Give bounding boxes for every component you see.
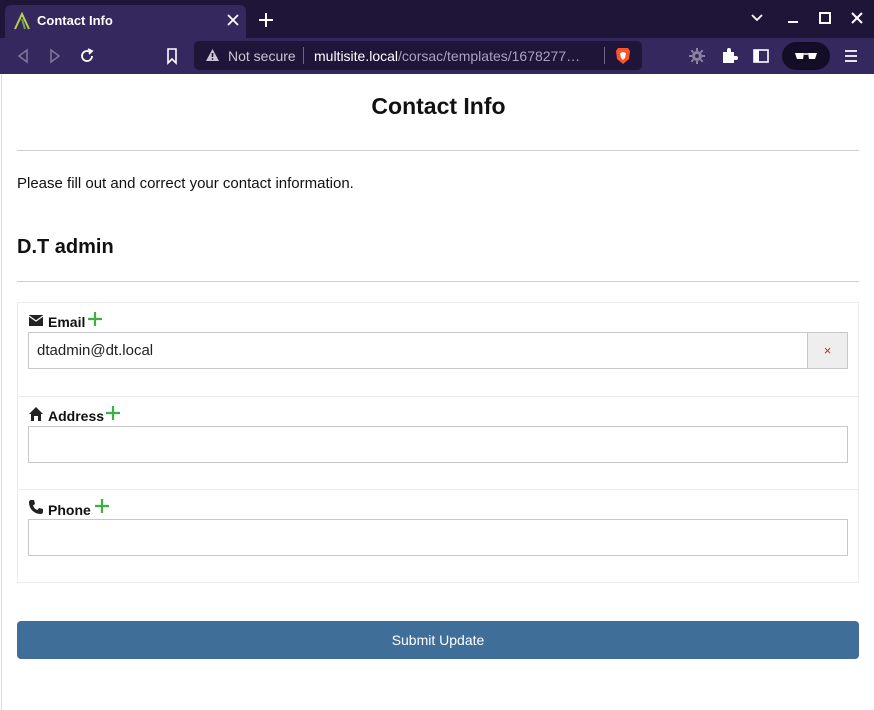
address-input[interactable]: [28, 426, 848, 463]
phone-field-group: Phone: [18, 489, 858, 582]
url-divider: [604, 47, 605, 64]
tab-title: Contact Info: [37, 13, 113, 28]
address-bar[interactable]: Not secure multisite.local/corsac/templa…: [194, 41, 642, 70]
envelope-icon: [28, 315, 44, 326]
phone-label: Phone: [48, 502, 91, 518]
browser-tab-bar: Contact Info: [0, 0, 874, 38]
url-path: /corsac/templates/1678277…: [398, 48, 581, 64]
page-content: Contact Info Please fill out and correct…: [1, 74, 874, 710]
address-field-group: Address: [18, 396, 858, 489]
hamburger-menu-icon[interactable]: [842, 47, 860, 65]
sidebar-icon[interactable]: [752, 47, 770, 65]
browser-tab[interactable]: Contact Info: [5, 5, 246, 38]
bookmark-icon[interactable]: [163, 47, 181, 65]
gear-icon[interactable]: [688, 47, 706, 65]
private-window-indicator[interactable]: [782, 42, 830, 70]
reload-icon[interactable]: [78, 47, 96, 65]
address-label: Address: [48, 408, 105, 424]
divider: [17, 281, 859, 282]
home-icon: [29, 407, 43, 421]
add-email-plus-icon[interactable]: [88, 312, 102, 326]
new-tab-button[interactable]: [258, 12, 274, 28]
email-input[interactable]: [28, 332, 808, 369]
page-title: Contact Info: [371, 93, 506, 119]
email-field-group: Email ×: [18, 303, 858, 396]
add-phone-plus-icon[interactable]: [95, 499, 109, 513]
maximize-icon[interactable]: [818, 11, 832, 25]
security-status[interactable]: Not secure: [228, 48, 296, 64]
email-label: Email: [48, 314, 86, 330]
divider: [17, 150, 859, 151]
forward-arrow-icon[interactable]: [46, 47, 64, 65]
minimize-icon[interactable]: [786, 11, 800, 25]
window-dropdown-icon[interactable]: [750, 11, 764, 25]
url-host: multisite.local: [314, 48, 399, 64]
url-divider: [303, 47, 304, 64]
close-icon[interactable]: [226, 13, 240, 27]
warning-icon[interactable]: [205, 48, 220, 62]
phone-icon: [29, 500, 43, 514]
add-address-plus-icon[interactable]: [106, 406, 120, 420]
back-arrow-icon[interactable]: [14, 47, 32, 65]
phone-input[interactable]: [28, 519, 848, 556]
url-text[interactable]: multisite.local/corsac/templates/1678277…: [314, 48, 580, 64]
contact-fields: Email × Address Phone: [17, 302, 859, 583]
puzzle-icon[interactable]: [720, 47, 738, 65]
glasses-icon: [795, 53, 817, 59]
intro-text: Please fill out and correct your contact…: [17, 175, 354, 192]
window-close-icon[interactable]: [850, 11, 864, 25]
clear-email-button[interactable]: ×: [808, 332, 848, 369]
user-name-heading: D.T admin: [17, 236, 114, 258]
browser-toolbar: Not secure multisite.local/corsac/templa…: [0, 38, 874, 74]
app-logo-icon: [14, 12, 30, 30]
brave-shield-icon[interactable]: [615, 47, 631, 65]
submit-update-button[interactable]: Submit Update: [17, 621, 859, 659]
